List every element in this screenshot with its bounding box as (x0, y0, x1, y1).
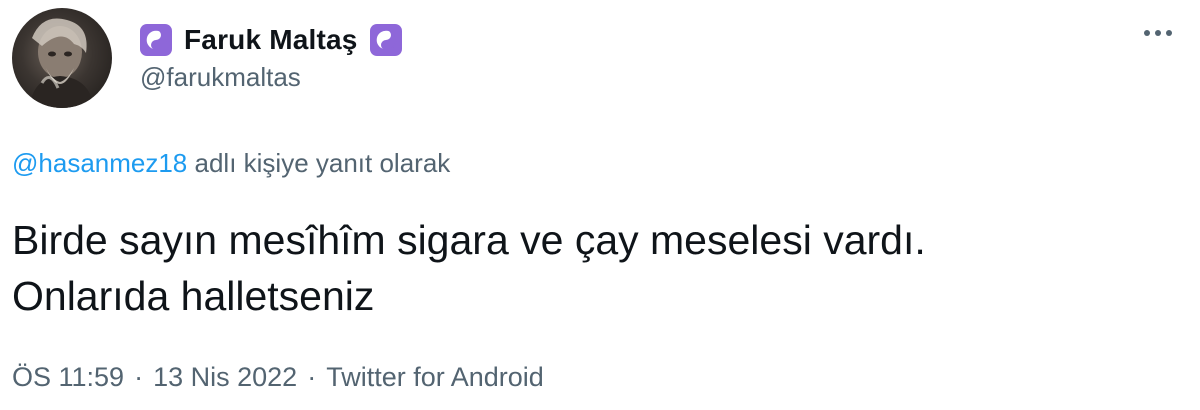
yin-yang-icon (140, 24, 172, 56)
tweet-text-line: Onlarıda halletseniz (12, 273, 375, 319)
reply-mention-link[interactable]: @hasanmez18 (12, 148, 187, 178)
tweet-text: Birde sayın mesîhîm sigara ve çay mesele… (12, 212, 1172, 324)
more-options-button[interactable] (1138, 18, 1178, 48)
tweet-source[interactable]: Twitter for Android (326, 362, 544, 392)
author-handle[interactable]: @farukmaltas (140, 62, 301, 93)
tweet-text-line: Birde sayın mesîhîm sigara ve çay mesele… (12, 217, 926, 263)
meta-separator: · (134, 362, 144, 392)
tweet-date[interactable]: 13 Nis 2022 (153, 362, 297, 392)
tweet-card: Faruk Maltaş @farukmaltas @hasanmez18 ad… (0, 0, 1200, 410)
avatar-photo (30, 18, 94, 108)
author-name-row[interactable]: Faruk Maltaş (140, 20, 402, 60)
replying-to: @hasanmez18 adlı kişiye yanıt olarak (12, 148, 450, 179)
avatar[interactable] (12, 8, 112, 108)
tweet-metadata: ÖS 11:59 · 13 Nis 2022 · Twitter for Android (12, 362, 544, 393)
more-horizontal-icon (1144, 30, 1172, 36)
author-display-name[interactable]: Faruk Maltaş (184, 24, 358, 56)
reply-suffix: adlı kişiye yanıt olarak (187, 148, 451, 178)
yin-yang-icon (369, 24, 402, 56)
meta-separator: · (307, 362, 317, 392)
tweet-time[interactable]: ÖS 11:59 (12, 362, 124, 392)
